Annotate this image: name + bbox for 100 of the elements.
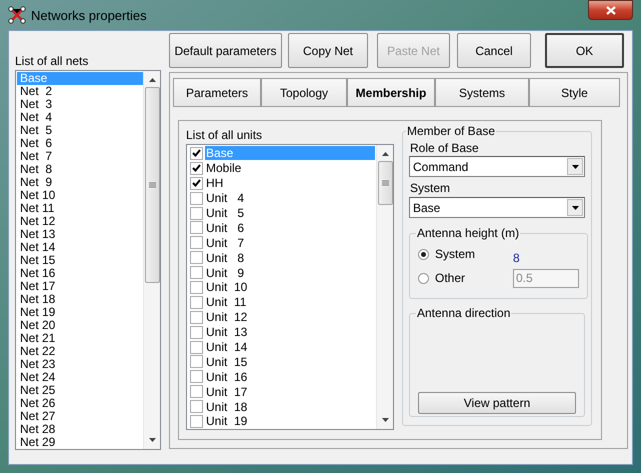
nets-list[interactable]: Base Net 2 Net 3 Net 4 Net 5 Net 6 Net 7 Net 8 Net 9 Net 10 Net 11 Net 12 Net 13 Net 14 Net 15 Net 16 Net 17 Net 18 Net 19 Net 20 Net 21 Net 22 Net 23 Net 24 Net 25 Net 26 Net 27 Net 28 Net 29 (15, 70, 161, 450)
checkbox[interactable] (190, 400, 203, 414)
net-item[interactable]: Net 22 (17, 345, 143, 358)
checkbox[interactable] (190, 176, 203, 190)
unit-item[interactable]: Unit 18 (205, 400, 248, 414)
checkbox[interactable] (190, 192, 203, 205)
dropdown[interactable]: Command (409, 156, 585, 177)
unit-item[interactable]: Unit 19 (205, 414, 248, 428)
net-item[interactable]: Net 21 (17, 332, 143, 345)
unit-item[interactable]: Unit 14 (205, 340, 248, 354)
checkbox[interactable] (190, 414, 203, 428)
net-item[interactable]: Net 14 (17, 241, 143, 254)
unit-item[interactable]: Mobile (205, 161, 242, 176)
checkbox[interactable] (190, 370, 203, 384)
checkbox[interactable] (190, 221, 203, 234)
unit-item[interactable]: Unit 11 (205, 295, 246, 310)
checkbox[interactable] (190, 206, 203, 220)
tab[interactable]: Parameters (173, 78, 261, 107)
radio-label[interactable]: Other (435, 269, 513, 287)
scroll-down-icon[interactable] (148, 437, 156, 443)
view-pattern-button[interactable]: View pattern (418, 392, 576, 414)
checkbox[interactable] (190, 236, 203, 250)
close-button[interactable] (588, 0, 633, 20)
unit-item[interactable]: Unit 13 (205, 325, 248, 340)
dropdown[interactable]: Base (409, 197, 585, 218)
net-item[interactable]: Net 3 (17, 98, 143, 111)
net-item[interactable]: Net 6 (17, 137, 143, 150)
scroll-thumb[interactable] (378, 161, 392, 205)
net-item[interactable]: Net 13 (17, 228, 143, 241)
net-item[interactable]: Net 12 (17, 215, 143, 228)
network-icon (7, 5, 27, 25)
unit-item[interactable]: Unit 4 (205, 191, 244, 206)
unit-item[interactable]: Unit 9 (205, 266, 244, 280)
net-item[interactable]: Net 26 (17, 397, 143, 410)
scroll-thumb[interactable] (144, 87, 160, 283)
unit-item[interactable]: Unit 17 (205, 384, 248, 399)
unit-item[interactable]: Unit 15 (205, 354, 248, 369)
radio-button[interactable] (418, 272, 429, 284)
net-item[interactable]: Net 7 (17, 150, 143, 163)
net-item[interactable]: Net 10 (17, 189, 143, 202)
net-item[interactable]: Net 28 (17, 423, 143, 436)
dropdown-arrow-button[interactable] (567, 158, 583, 175)
group-title: Member of Base (406, 123, 496, 140)
dropdown-arrow-button[interactable] (567, 199, 583, 216)
scroll-down-icon[interactable] (380, 417, 390, 423)
unit-item[interactable]: Unit 10 (205, 280, 248, 294)
tab[interactable]: Systems (435, 78, 529, 107)
tab[interactable]: Topology (261, 78, 347, 107)
unit-item[interactable]: Unit 6 (205, 220, 244, 235)
net-item[interactable]: Net 8 (17, 163, 143, 176)
net-item[interactable]: Net 20 (17, 319, 143, 332)
net-item[interactable]: Net 23 (17, 358, 143, 371)
net-item[interactable]: Net 19 (17, 306, 143, 319)
net-item[interactable]: Net 2 (17, 85, 143, 98)
checkbox[interactable] (190, 355, 203, 368)
checkbox[interactable] (190, 385, 203, 398)
unit-item[interactable]: Unit 12 (205, 310, 248, 324)
net-item[interactable]: Net 29 (17, 436, 143, 449)
group-title: Antenna direction (416, 305, 512, 322)
net-item[interactable]: Net 15 (17, 254, 143, 267)
net-item[interactable]: Net 16 (17, 267, 143, 280)
unit-item[interactable]: Unit 16 (205, 370, 248, 384)
dialog-button[interactable]: Cancel (457, 33, 531, 68)
checkbox[interactable] (190, 326, 203, 339)
checkbox[interactable] (190, 266, 203, 280)
net-item[interactable]: Net 25 (17, 384, 143, 397)
net-item[interactable]: Net 24 (17, 371, 143, 384)
window-title: Networks properties (31, 7, 147, 25)
tab[interactable]: Membership (347, 78, 435, 107)
units-list[interactable]: Base Mobile HH Unit 4 Unit 5 Unit 6 Unit 7 Unit 8 Unit 9 Unit 10 Unit 11 Unit 12 Unit 13 Unit 14 Unit 15 Unit 16 Unit 17 Unit 18 Unit 19 (186, 144, 394, 430)
unit-item[interactable]: Unit 7 (205, 236, 244, 250)
checkbox[interactable] (190, 162, 203, 175)
scroll-up-icon[interactable] (380, 151, 390, 157)
net-item[interactable]: Net 11 (17, 202, 143, 215)
checkbox[interactable] (190, 251, 203, 264)
tab[interactable]: Style (529, 78, 620, 107)
scrollbar[interactable] (143, 71, 160, 449)
net-item[interactable]: Net 27 (17, 410, 143, 423)
scroll-up-icon[interactable] (148, 77, 156, 83)
radio-button[interactable] (418, 248, 429, 260)
checkbox[interactable] (190, 280, 203, 294)
checkbox[interactable] (190, 146, 203, 160)
unit-item[interactable]: Unit 8 (205, 250, 244, 265)
close-icon (606, 6, 616, 14)
dialog-button[interactable]: Copy Net (288, 33, 368, 68)
net-item[interactable]: Net 9 (17, 176, 143, 189)
unit-item[interactable]: Unit 5 (205, 206, 244, 220)
net-item[interactable]: Net 5 (17, 124, 143, 137)
dialog-button[interactable]: OK (545, 33, 624, 68)
height-value: 8 (513, 250, 520, 267)
radio-label[interactable]: System (435, 245, 513, 263)
scrollbar[interactable] (376, 145, 393, 429)
net-item[interactable]: Net 4 (17, 111, 143, 124)
checkbox[interactable] (190, 340, 203, 354)
net-item[interactable]: Net 17 (17, 280, 143, 293)
unit-item[interactable]: HH (205, 176, 224, 190)
dialog-button[interactable]: Default parameters (169, 33, 282, 68)
checkbox[interactable] (190, 310, 203, 324)
checkbox[interactable] (190, 296, 203, 309)
net-item[interactable]: Net 18 (17, 293, 143, 306)
